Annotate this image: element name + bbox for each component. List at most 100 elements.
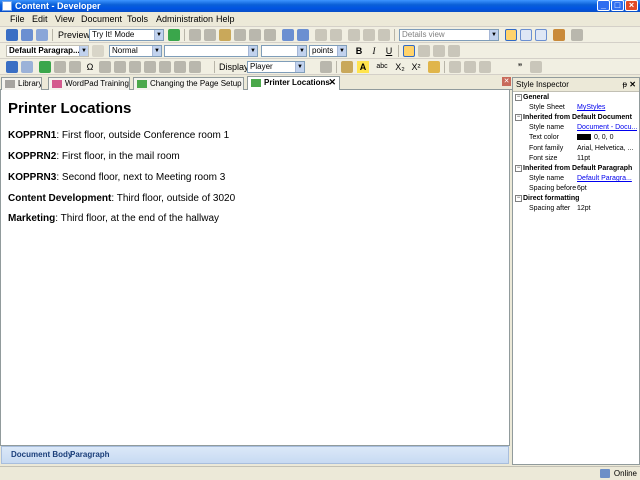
underline-button[interactable]: U: [383, 45, 395, 57]
eraser-icon[interactable]: [428, 61, 440, 73]
table-icon[interactable]: [54, 61, 66, 73]
font-size-select[interactable]: ▼: [261, 45, 307, 57]
filter-icon[interactable]: [363, 29, 375, 41]
indent-icon[interactable]: [479, 61, 491, 73]
copy-icon[interactable]: [204, 29, 216, 41]
undo-icon[interactable]: [282, 29, 294, 41]
view-mode-select[interactable]: Details view ▼: [399, 29, 499, 41]
document-style-link[interactable]: Document - Docu...: [577, 123, 637, 133]
italic-button[interactable]: I: [368, 45, 380, 57]
refresh-icon[interactable]: [571, 29, 583, 41]
section-inherited-document[interactable]: − Inherited from Default Document: [513, 113, 639, 123]
tab-library[interactable]: Library: [1, 77, 42, 90]
insert-table-icon[interactable]: [69, 61, 81, 73]
style-brush-icon[interactable]: [92, 45, 104, 57]
insert-image-icon[interactable]: [6, 61, 18, 73]
properties-icon[interactable]: [553, 29, 565, 41]
paragraph-style-select[interactable]: Default Paragrap... ▼: [6, 45, 89, 57]
delete-icon[interactable]: [234, 29, 246, 41]
note-icon[interactable]: [189, 61, 201, 73]
display-select[interactable]: Player ▼: [247, 61, 305, 73]
paste-icon[interactable]: [219, 29, 231, 41]
insert-row-icon[interactable]: [315, 29, 327, 41]
bullet-list-icon[interactable]: [464, 61, 476, 73]
menu-help[interactable]: Help: [216, 14, 235, 24]
tab-wordpad-training[interactable]: WordPad Training: [48, 77, 130, 90]
justify-icon[interactable]: [448, 45, 460, 57]
snippet-icon[interactable]: [114, 61, 126, 73]
new-icon[interactable]: [6, 29, 18, 41]
superscript-button[interactable]: X²: [410, 61, 422, 73]
menu-view[interactable]: View: [55, 14, 74, 24]
collapse-icon[interactable]: −: [515, 165, 522, 172]
save-icon[interactable]: [21, 29, 33, 41]
tab-printer-locations[interactable]: Printer Locations ✕: [247, 76, 340, 91]
section-general[interactable]: − General: [513, 93, 639, 103]
font-family-select[interactable]: ▼: [164, 45, 258, 57]
split-vertical-icon[interactable]: [535, 29, 547, 41]
font-color-button[interactable]: A: [357, 61, 369, 73]
document-title[interactable]: Printer Locations: [8, 100, 131, 117]
symbol-button[interactable]: Ω: [84, 61, 96, 73]
spell-check-button[interactable]: abc: [374, 61, 390, 73]
align-right-icon[interactable]: [433, 45, 445, 57]
replace-icon[interactable]: [264, 29, 276, 41]
bold-button[interactable]: B: [353, 45, 365, 57]
numbered-list-icon[interactable]: [449, 61, 461, 73]
preview-display-icon[interactable]: [320, 61, 332, 73]
document-paragraph[interactable]: KOPPRN3: Second floor, next to Meeting r…: [8, 172, 225, 183]
single-pane-icon[interactable]: [505, 29, 517, 41]
insert-column-icon[interactable]: [330, 29, 342, 41]
document-paragraph[interactable]: Marketing: Third floor, at the end of th…: [8, 213, 219, 224]
menu-administration[interactable]: Administration: [156, 14, 213, 24]
close-document-icon[interactable]: ✕: [502, 77, 511, 86]
path-document-body[interactable]: Document Body: [11, 447, 72, 463]
split-horizontal-icon[interactable]: [520, 29, 532, 41]
section-direct-formatting[interactable]: − Direct formatting: [513, 194, 639, 204]
align-center-icon[interactable]: [418, 45, 430, 57]
collapse-icon[interactable]: −: [515, 195, 522, 202]
section-inherited-paragraph[interactable]: − Inherited from Default Paragraph: [513, 164, 639, 174]
close-panel-icon[interactable]: ✕: [629, 78, 636, 92]
menu-tools[interactable]: Tools: [127, 14, 148, 24]
save-all-icon[interactable]: [36, 29, 48, 41]
find-icon[interactable]: [249, 29, 261, 41]
document-editor[interactable]: Printer Locations KOPPRN1: First floor, …: [0, 90, 510, 446]
cut-icon[interactable]: [189, 29, 201, 41]
paragraph-style-link[interactable]: Default Paragra...: [577, 174, 637, 184]
minimize-button[interactable]: _: [597, 0, 610, 11]
document-paragraph[interactable]: KOPPRN1: First floor, outside Conference…: [8, 130, 229, 141]
close-tab-icon[interactable]: ✕: [328, 77, 336, 88]
menu-edit[interactable]: Edit: [32, 14, 48, 24]
document-paragraph[interactable]: KOPPRN2: First floor, in the mail room: [8, 151, 180, 162]
list-icon[interactable]: [99, 61, 111, 73]
style-sheet-link[interactable]: MyStyles: [577, 103, 637, 113]
path-paragraph[interactable]: Paragraph: [70, 447, 110, 463]
collapse-icon[interactable]: −: [515, 94, 522, 101]
units-select[interactable]: points ▼: [309, 45, 347, 57]
outdent-icon[interactable]: [530, 61, 542, 73]
redo-icon[interactable]: [297, 29, 309, 41]
close-window-button[interactable]: ×: [625, 0, 638, 11]
preview-mode-select[interactable]: Try It! Mode ▼: [89, 29, 164, 41]
subscript-button[interactable]: X₂: [394, 61, 406, 73]
menu-file[interactable]: File: [10, 14, 25, 24]
collapse-icon[interactable]: −: [515, 114, 522, 121]
sort-icon[interactable]: [378, 29, 390, 41]
spell-check-icon[interactable]: [348, 29, 360, 41]
highlight-icon[interactable]: [341, 61, 353, 73]
character-style-select[interactable]: Normal ▼: [109, 45, 162, 57]
media-icon[interactable]: [174, 61, 186, 73]
quote-button[interactable]: ”: [514, 61, 526, 73]
tab-changing-page-setup[interactable]: Changing the Page Setup: [133, 77, 244, 90]
pin-icon[interactable]: ᵽ: [623, 78, 627, 92]
document-paragraph[interactable]: Content Development: Third floor, outsid…: [8, 193, 235, 204]
condition-icon[interactable]: [144, 61, 156, 73]
menu-document[interactable]: Document: [81, 14, 122, 24]
go-icon[interactable]: [168, 29, 180, 41]
variable-icon[interactable]: [129, 61, 141, 73]
placeholder-icon[interactable]: [159, 61, 171, 73]
insert-link-icon[interactable]: [21, 61, 33, 73]
maximize-button[interactable]: □: [611, 0, 624, 11]
align-left-icon[interactable]: [403, 45, 415, 57]
